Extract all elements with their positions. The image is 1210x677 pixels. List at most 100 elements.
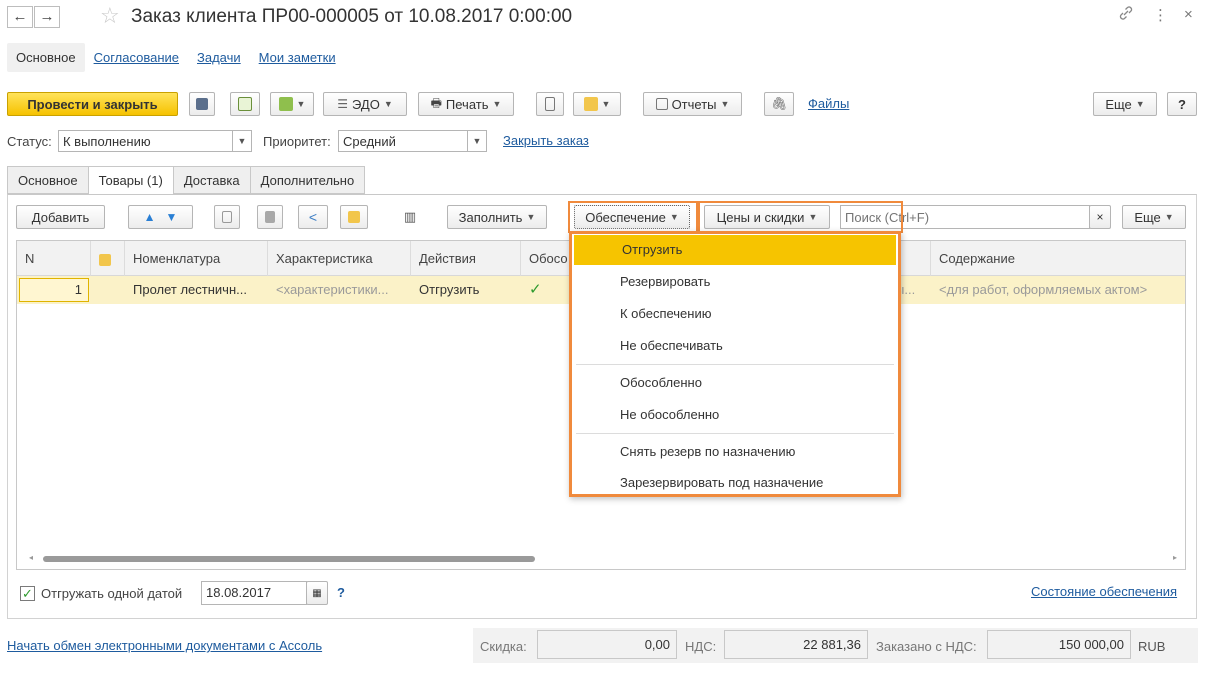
tab-additional[interactable]: Дополнительно — [249, 166, 366, 194]
table-more-button[interactable]: Еще ▼ — [1122, 205, 1186, 229]
reports-button[interactable]: Отчеты ▼ — [643, 92, 742, 116]
attachments-menu-button[interactable]: ▼ — [573, 92, 621, 116]
priority-dropdown-button[interactable]: ▼ — [467, 130, 487, 152]
menu-separator — [576, 433, 894, 434]
menu-item-no-provision[interactable]: Не обеспечивать — [572, 331, 898, 361]
column-header-content[interactable]: Содержание — [931, 241, 1187, 276]
paste-icon — [265, 211, 275, 223]
fill-button[interactable]: Заполнить ▼ — [447, 205, 547, 229]
prices-highlight-frame — [698, 201, 903, 233]
scrollbar-thumb[interactable] — [43, 556, 535, 562]
paperclip-icon: 🖇 — [770, 96, 788, 111]
copy-icon — [222, 211, 232, 223]
vat-value: 22 881,36 — [724, 630, 868, 659]
status-dropdown-button[interactable]: ▼ — [232, 130, 252, 152]
split-row-button[interactable]: < — [298, 205, 328, 229]
forward-button[interactable]: → — [34, 6, 60, 28]
add-row-button[interactable]: Добавить — [16, 205, 105, 229]
move-up-icon[interactable]: ▲ — [144, 210, 156, 224]
vat-label: НДС: — [685, 639, 717, 654]
scroll-left-icon[interactable]: ◂ — [29, 553, 33, 562]
calendar-button[interactable]: ▦ — [306, 581, 328, 605]
column-header-n[interactable]: N — [17, 241, 91, 276]
print-button[interactable]: 🖶 Печать ▼ — [418, 92, 514, 116]
status-select[interactable]: К выполнению — [58, 130, 233, 152]
calendar-icon: ▦ — [312, 587, 322, 599]
edo-button[interactable]: ☰ ЭДО ▼ — [323, 92, 407, 116]
favorite-star-icon[interactable]: ☆ — [100, 3, 120, 29]
paste-row-button[interactable] — [257, 205, 283, 229]
row-number-cell[interactable]: 1 — [19, 278, 89, 302]
package-icon — [99, 253, 111, 266]
split-icon: < — [308, 209, 318, 225]
tab-goods[interactable]: Товары (1) — [87, 166, 174, 195]
status-label: Статус: — [7, 134, 52, 149]
nomenclature-cell[interactable]: Пролет лестничн... — [125, 276, 268, 304]
create-based-on-button[interactable]: ▼ — [270, 92, 314, 116]
scroll-right-icon[interactable]: ▸ — [1173, 553, 1177, 562]
characteristic-cell[interactable]: <характеристики... — [268, 276, 411, 304]
horizontal-scrollbar[interactable]: ◂ ▸ — [27, 553, 1177, 563]
save-button[interactable] — [189, 92, 215, 116]
post-and-close-button[interactable]: Провести и закрыть — [7, 92, 178, 116]
menu-item-reserve-for-purpose[interactable]: Зарезервировать под назначение — [572, 468, 898, 498]
barcode-button[interactable]: ▥ — [395, 205, 425, 229]
tab-delivery[interactable]: Доставка — [172, 166, 251, 194]
column-header-actions[interactable]: Действия — [411, 241, 521, 276]
nav-tasks[interactable]: Задачи — [188, 43, 250, 72]
provision-highlight-frame — [568, 201, 698, 233]
menu-item-remove-reserve[interactable]: Снять резерв по назначению — [572, 437, 898, 467]
tab-main[interactable]: Основное — [7, 166, 89, 194]
nav-main[interactable]: Основное — [7, 42, 85, 72]
action-cell[interactable]: Отгрузить — [411, 276, 521, 304]
menu-item-separately[interactable]: Обособленно — [572, 368, 898, 398]
fill-label: Заполнить — [458, 209, 523, 225]
files-link[interactable]: Файлы — [808, 96, 849, 111]
ship-one-date-label: Отгружать одной датой — [41, 586, 183, 601]
provision-state-link[interactable]: Состояние обеспечения — [1031, 584, 1177, 599]
attach-file-button[interactable]: 🖇 — [764, 92, 794, 116]
menu-item-not-separately[interactable]: Не обособленно — [572, 400, 898, 430]
table-more-label: Еще — [1134, 209, 1161, 225]
content-cell[interactable]: <для работ, оформляемых актом> — [931, 276, 1187, 304]
priority-label: Приоритет: — [263, 134, 331, 149]
ship-one-date-checkbox[interactable]: ✓ — [20, 586, 35, 601]
create-based-on-icon — [278, 97, 293, 111]
priority-select[interactable]: Средний — [338, 130, 468, 152]
nav-approval[interactable]: Согласование — [85, 43, 188, 72]
more-actions-button[interactable]: Еще ▼ — [1093, 92, 1157, 116]
chevron-down-icon: ▼ — [237, 136, 247, 146]
back-button[interactable]: ← — [7, 6, 33, 28]
post-button[interactable] — [230, 92, 260, 116]
help-icon[interactable]: ? — [337, 585, 345, 600]
column-header-characteristic[interactable]: Характеристика — [268, 241, 411, 276]
chevron-down-icon: ▼ — [383, 99, 393, 109]
column-header-icon[interactable] — [91, 241, 125, 276]
separate-checkmark-icon[interactable]: ✓ — [521, 276, 561, 304]
reports-label: Отчеты — [671, 96, 717, 112]
menu-item-to-provision[interactable]: К обеспечению — [572, 299, 898, 329]
menu-item-reserve[interactable]: Резервировать — [572, 267, 898, 297]
currency-label: RUB — [1138, 639, 1166, 654]
journal-button[interactable] — [536, 92, 564, 116]
copy-row-button[interactable] — [214, 205, 240, 229]
nav-notes[interactable]: Мои заметки — [250, 43, 345, 72]
clear-search-button[interactable]: × — [1089, 205, 1111, 229]
link-icon[interactable] — [1118, 5, 1134, 24]
move-buttons: ▲ ▼ — [128, 205, 193, 229]
move-down-icon[interactable]: ▼ — [166, 210, 178, 224]
close-order-link[interactable]: Закрыть заказ — [503, 133, 589, 148]
more-menu-icon[interactable]: ⋮ — [1153, 6, 1168, 24]
discount-value: 0,00 — [537, 630, 677, 659]
print-label: Печать — [445, 96, 489, 112]
help-button[interactable]: ? — [1167, 92, 1197, 116]
close-icon[interactable]: × — [1184, 6, 1193, 23]
menu-item-ship[interactable]: Отгрузить — [574, 235, 896, 265]
ship-date-input[interactable]: 18.08.2017 — [201, 581, 307, 605]
chevron-down-icon: ▼ — [601, 99, 611, 109]
chevron-down-icon: ▼ — [296, 99, 306, 109]
start-edo-link[interactable]: Начать обмен электронными документами с … — [7, 638, 322, 653]
column-header-nomenclature[interactable]: Номенклатура — [125, 241, 268, 276]
select-items-button[interactable] — [340, 205, 368, 229]
chevron-down-icon: ▼ — [472, 136, 482, 146]
